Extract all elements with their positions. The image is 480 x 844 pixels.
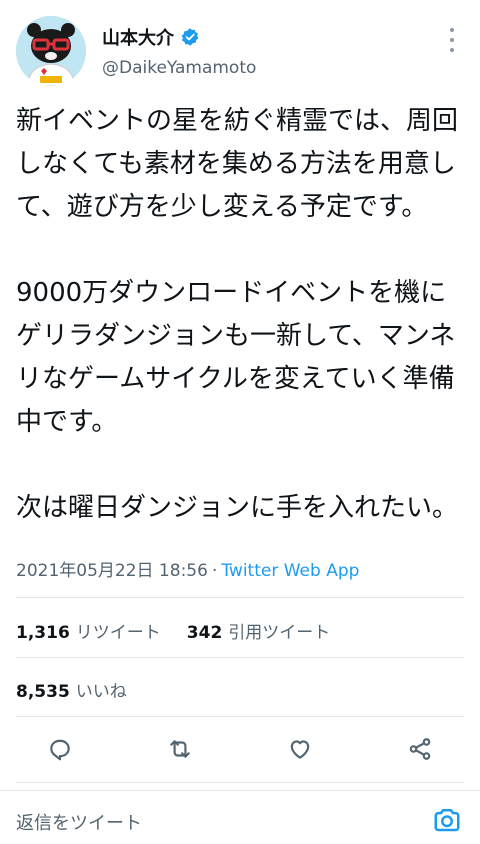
author-name-row[interactable]: 山本大介 bbox=[102, 24, 200, 50]
action-bar bbox=[0, 728, 480, 772]
divider bbox=[16, 716, 464, 717]
more-dot bbox=[450, 28, 454, 32]
display-name[interactable]: 山本大介 bbox=[102, 24, 174, 50]
quotes-label: 引用ツイート bbox=[228, 623, 331, 643]
more-dot bbox=[450, 38, 454, 42]
source-link[interactable]: Twitter Web App bbox=[221, 561, 359, 581]
share-button[interactable] bbox=[405, 734, 435, 764]
tweet-paragraph: 次は曜日ダンジョンに手を入れたい。 bbox=[16, 493, 459, 523]
camera-button[interactable] bbox=[432, 805, 462, 835]
tweet-paragraph-spacer bbox=[16, 444, 468, 487]
more-dot bbox=[450, 48, 454, 52]
retweet-button[interactable] bbox=[165, 734, 195, 764]
bear-mascot-icon bbox=[16, 16, 86, 86]
tweet-paragraph: 9000万ダウンロードイベントを機にゲリラダンジョンも一新して、マンネリなゲーム… bbox=[16, 278, 456, 437]
likes-count: 8,535 bbox=[16, 682, 70, 702]
likes-stat[interactable]: 8,535 いいね bbox=[16, 677, 127, 702]
divider bbox=[16, 657, 464, 658]
divider bbox=[16, 597, 464, 598]
avatar[interactable] bbox=[16, 16, 86, 86]
quotes-stat[interactable]: 342 引用ツイート bbox=[187, 618, 331, 643]
retweets-stat[interactable]: 1,316 リツイート bbox=[16, 618, 161, 643]
tweet-text: 新イベントの星を紡ぐ精霊では、周回しなくても素材を集める方法を用意して、遊び方を… bbox=[16, 100, 468, 530]
reply-button[interactable] bbox=[45, 734, 75, 764]
retweet-icon bbox=[170, 740, 190, 758]
quotes-count: 342 bbox=[186, 623, 223, 643]
likes-label: いいね bbox=[75, 682, 127, 702]
reply-input[interactable]: 返信をツイート bbox=[16, 809, 142, 835]
share-icon bbox=[409, 738, 431, 760]
timestamp[interactable]: 2021年05月22日 18:56 bbox=[16, 561, 208, 581]
retweets-label: リツイート bbox=[75, 623, 161, 643]
divider bbox=[16, 782, 464, 783]
camera-icon bbox=[434, 809, 460, 832]
reply-icon bbox=[50, 739, 70, 761]
like-icon bbox=[290, 740, 310, 759]
tweet-header: 山本大介 @DaikeYamamoto bbox=[0, 0, 480, 92]
retweet-stats-row: 1,316 リツイート 342 引用ツイート bbox=[16, 618, 330, 643]
retweets-count: 1,316 bbox=[16, 623, 70, 643]
reply-composer[interactable]: 返信をツイート bbox=[0, 790, 480, 844]
tweet-meta: 2021年05月22日 18:56 · Twitter Web App bbox=[16, 556, 359, 581]
verified-badge-icon bbox=[181, 28, 199, 46]
meta-separator: · bbox=[211, 561, 218, 581]
user-handle[interactable]: @DaikeYamamoto bbox=[102, 58, 256, 78]
more-options-icon[interactable] bbox=[442, 28, 462, 52]
likes-stats-row: 8,535 いいね bbox=[16, 677, 127, 702]
tweet-paragraph: 新イベントの星を紡ぐ精霊では、周回しなくても素材を集める方法を用意して、遊び方を… bbox=[16, 106, 459, 222]
like-button[interactable] bbox=[285, 734, 315, 764]
tweet-paragraph-spacer bbox=[16, 229, 468, 272]
